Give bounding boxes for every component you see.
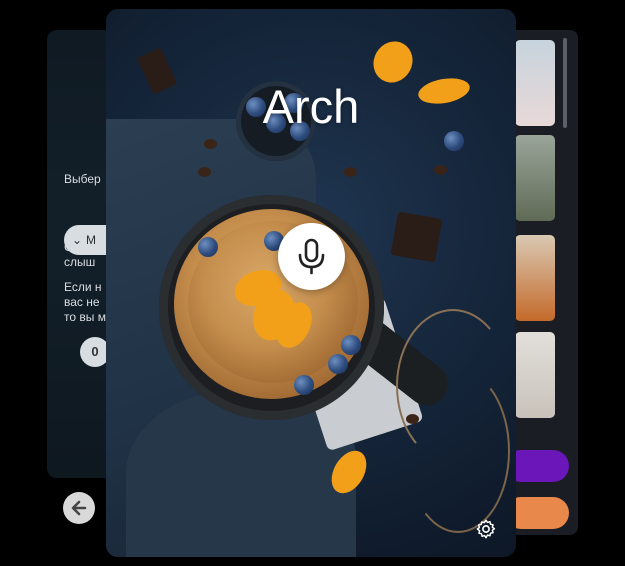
chocolate-piece bbox=[390, 211, 443, 263]
back-button[interactable] bbox=[63, 492, 95, 524]
coffee-bean bbox=[434, 165, 447, 175]
left-card-text-6: то вы м bbox=[64, 310, 106, 324]
coffee-bean bbox=[204, 139, 217, 149]
left-card-text-4: Если н bbox=[64, 280, 102, 294]
microphone-icon bbox=[298, 238, 325, 275]
decor-twig bbox=[406, 369, 510, 533]
left-card-text-5: вас не bbox=[64, 295, 100, 309]
main-card[interactable]: Arch bbox=[106, 9, 516, 557]
blueberry bbox=[198, 237, 218, 257]
left-card-text-3: слыш bbox=[64, 255, 96, 269]
thumbnail-2[interactable] bbox=[515, 135, 555, 221]
gear-icon bbox=[476, 519, 496, 539]
blueberry bbox=[328, 354, 348, 374]
left-card-text-1: Выбер bbox=[64, 172, 101, 186]
left-card-text-2: Скажи bbox=[64, 240, 100, 254]
thumbnail-3[interactable] bbox=[515, 235, 555, 321]
arrow-left-icon bbox=[71, 500, 87, 516]
page-title: Arch bbox=[262, 80, 360, 133]
settings-button[interactable] bbox=[475, 518, 497, 540]
coffee-bean bbox=[344, 167, 357, 177]
coffee-bean bbox=[198, 167, 211, 177]
microphone-button[interactable] bbox=[278, 223, 345, 290]
scrollbar[interactable] bbox=[563, 38, 567, 128]
blueberry bbox=[294, 375, 314, 395]
blueberry bbox=[341, 335, 361, 355]
thumbnail-4[interactable] bbox=[515, 332, 555, 418]
thumbnail-1[interactable] bbox=[515, 40, 555, 126]
